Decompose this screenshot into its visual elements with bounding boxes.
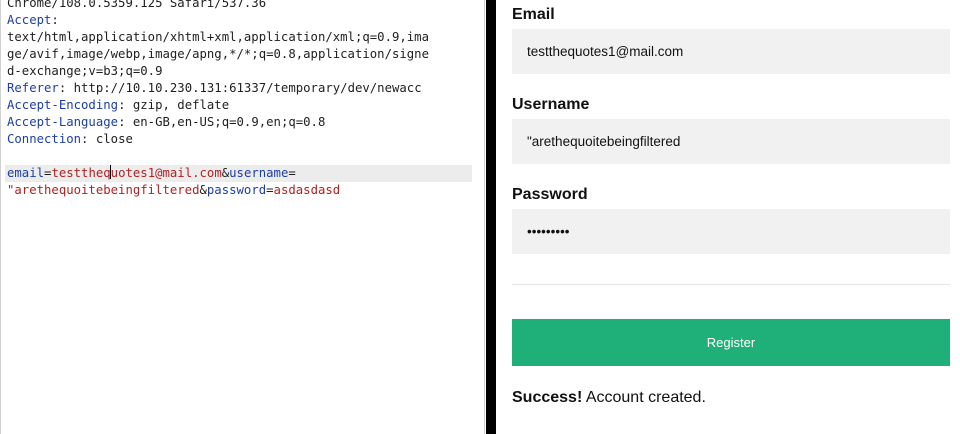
registration-form: Email Username Password Register Success… <box>496 0 960 434</box>
header-accept-language: Accept-Language: en-GB,en-US;q=0.9,en;q=… <box>7 115 326 129</box>
register-button[interactable]: Register <box>512 319 950 366</box>
header-referer: Referer: http://10.10.230.131:61337/temp… <box>7 81 422 95</box>
success-text: Account created. <box>582 389 706 406</box>
header-accept-encoding: Accept-Encoding: gzip, deflate <box>7 98 230 112</box>
body-line-1: email=testthequotes1@mail.com&username= <box>7 165 296 180</box>
password-input[interactable] <box>512 209 950 254</box>
password-label: Password <box>512 186 588 203</box>
header-accept: Accept: <box>7 13 59 27</box>
username-label: Username <box>512 96 590 113</box>
header-accept-value-2: ge/avif,image/webp,image/apng,*/*;q=0.8,… <box>7 47 429 61</box>
user-agent-tail: Chrome/108.0.5359.125 Safari/537.36 <box>7 0 267 10</box>
pane-divider[interactable] <box>486 0 496 434</box>
body-line-2: "arethequoitebeingfiltered&password=asda… <box>7 183 341 197</box>
form-divider <box>512 284 950 285</box>
success-strong: Success! <box>512 389 583 406</box>
header-name: Accept <box>7 13 52 27</box>
email-input[interactable] <box>512 29 950 74</box>
request-editor[interactable]: Chrome/108.0.5359.125 Safari/537.36 Acce… <box>0 0 485 434</box>
header-accept-value-3: d-exchange;v=b3;q=0.9 <box>7 64 163 78</box>
success-message: Success! Account created. <box>512 389 706 407</box>
header-connection: Connection: close <box>7 132 133 146</box>
email-label: Email <box>512 6 555 23</box>
request-body[interactable]: email=testthequotes1@mail.com&username= … <box>5 165 477 199</box>
username-input[interactable] <box>512 119 950 164</box>
header-accept-value-1: text/html,application/xhtml+xml,applicat… <box>7 30 429 44</box>
